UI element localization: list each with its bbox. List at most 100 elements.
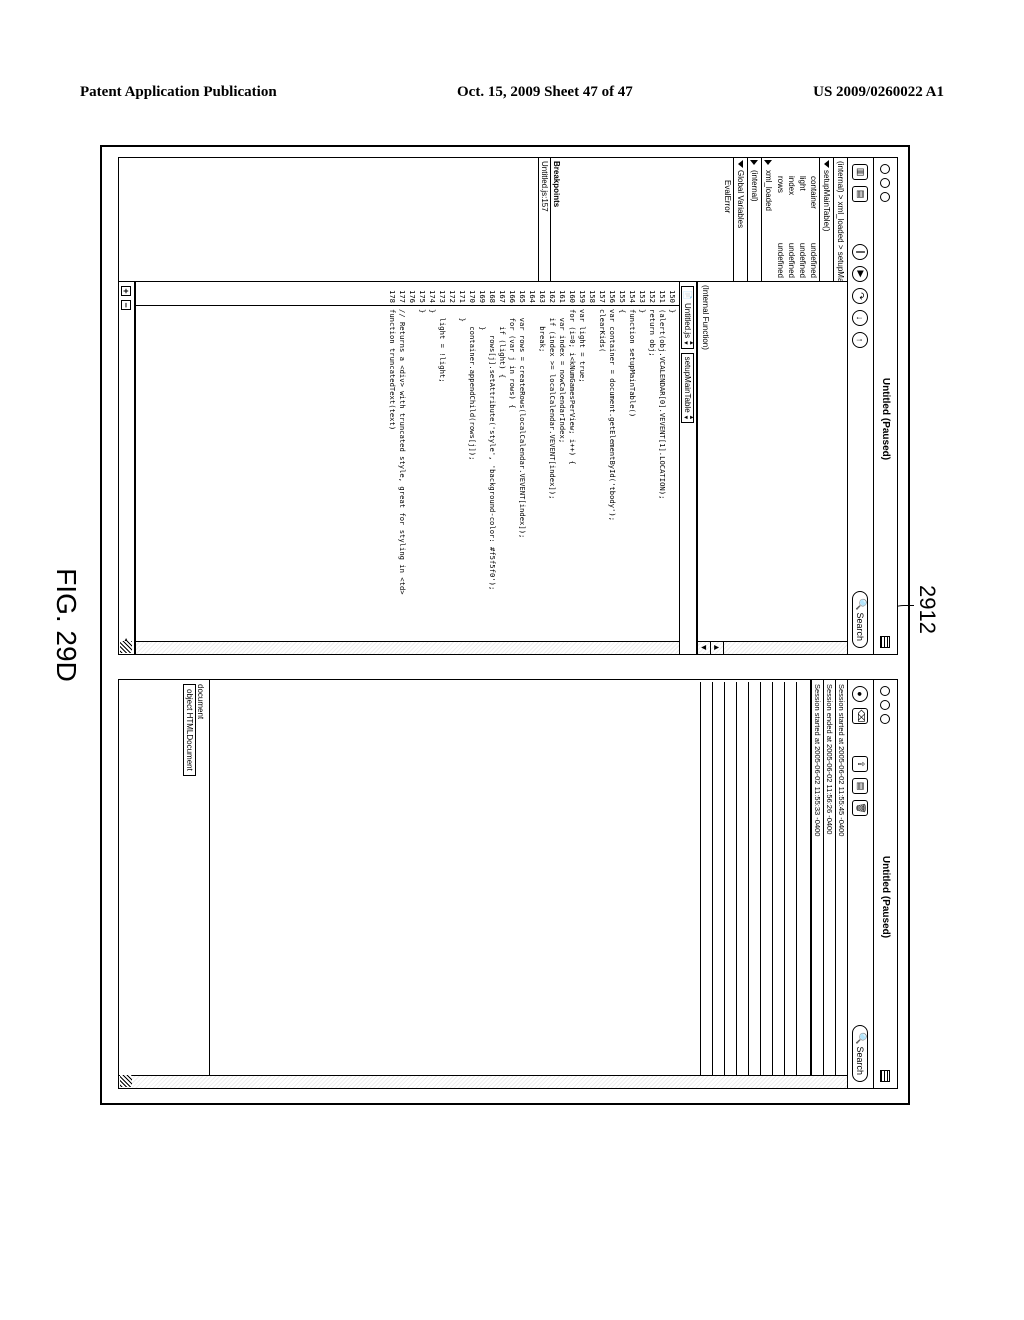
- callout-2912: 2912: [914, 585, 940, 634]
- variable-row: EvalError: [722, 158, 733, 281]
- file-icon: 📄: [684, 290, 693, 300]
- inspector-area: document object HTMLDocument: [119, 680, 209, 1088]
- toolbar-toggle-icon[interactable]: [881, 1070, 891, 1082]
- log-line: [736, 682, 748, 1086]
- internal-function-label: (Internal Function): [701, 285, 710, 350]
- console-window: Untitled (Paused) ● ⌫ ⇪ ▤ 🗑 🔍 Search Ses…: [118, 679, 898, 1089]
- updown-icon: ▴▾: [682, 416, 694, 420]
- line-number-gutter[interactable]: 1501511521531541551561571581591601611621…: [136, 282, 679, 306]
- step-over-icon[interactable]: ↷: [853, 288, 869, 304]
- clear-icon[interactable]: ⌫: [853, 708, 869, 724]
- search-input[interactable]: 🔍 Search: [853, 1025, 869, 1082]
- breakpoints-header: Breakpoints: [550, 158, 562, 281]
- step-out-icon[interactable]: ↑: [853, 332, 869, 348]
- function-name: setupMainTable: [684, 357, 693, 413]
- log-line: [784, 682, 796, 1086]
- search-icon: 🔍: [855, 1032, 866, 1044]
- sidebar-toggle-icon[interactable]: ▥: [853, 164, 869, 180]
- toolbar-toggle-icon[interactable]: [881, 636, 891, 648]
- titlebar: Untitled (Paused): [873, 158, 897, 654]
- minimize-icon[interactable]: [881, 700, 891, 710]
- doc-label: document: [196, 684, 205, 1084]
- search-placeholder: Search: [856, 1046, 866, 1075]
- log-line: [748, 682, 760, 1086]
- scope-internal[interactable]: (internal): [747, 158, 761, 281]
- log-line: [724, 682, 736, 1086]
- footer-controls: + − ◂ ▸: [119, 282, 135, 654]
- log-line: [796, 682, 808, 1086]
- scope-xml-loaded[interactable]: xml_loaded: [761, 158, 775, 281]
- code-lines[interactable]: }(alert(obj.VCALENDAR[0].VEVENT[1].LOCAT…: [136, 306, 679, 654]
- disclosure-triangle-icon[interactable]: [738, 160, 743, 168]
- trash-icon[interactable]: 🗑: [853, 800, 869, 816]
- main-area: (Internal Function) ▴ ▾ 📄 Untitled.js ▴▾: [119, 282, 847, 654]
- list-icon[interactable]: ▤: [853, 778, 869, 794]
- scroll-up-icon[interactable]: ▴: [711, 641, 723, 654]
- call-stack-crumb[interactable]: (internal) > xml_loaded > setupMainTable…: [833, 158, 847, 281]
- record-icon[interactable]: ●: [853, 686, 869, 702]
- session-row[interactable]: Session started at 2005-06-02 11:55:45 -…: [835, 680, 847, 1088]
- scope-label: xml_loaded: [764, 170, 773, 211]
- updown-icon: ▴▾: [682, 341, 694, 345]
- window-title: Untitled (Paused): [880, 206, 891, 632]
- page-header: Patent Application Publication Oct. 15, …: [80, 84, 944, 101]
- log-line: [700, 682, 712, 1086]
- add-button[interactable]: +: [122, 286, 132, 296]
- console-toolbar: ● ⌫ ⇪ ▤ 🗑 🔍 Search: [847, 680, 873, 1088]
- pause-icon[interactable]: ∥: [853, 244, 869, 260]
- titlebar: Untitled (Paused): [873, 680, 897, 1088]
- scope-label: setupMainTable(): [822, 170, 831, 231]
- rotated-content: 2912 2910 2911 Untitled (Paused) ▥ ▤ ∥ ▶…: [100, 145, 910, 1105]
- scope-globals[interactable]: Global Variables: [733, 158, 747, 281]
- scope-setupmaintable[interactable]: setupMainTable(): [819, 158, 833, 281]
- debugger-toolbar: ▥ ▤ ∥ ▶ ↷ ↓ ↑ 🔍 Search: [847, 158, 873, 654]
- zoom-icon[interactable]: [881, 714, 891, 724]
- source-code-pane[interactable]: 1501511521531541551561571581591601611621…: [135, 282, 679, 654]
- log-line: [712, 682, 724, 1086]
- log-area[interactable]: [209, 680, 810, 1088]
- file-name: Untitled.js: [684, 303, 693, 338]
- remove-button[interactable]: −: [122, 300, 132, 310]
- disclosure-triangle-icon[interactable]: [764, 160, 772, 165]
- session-row[interactable]: Session started at 2005-06-02 11:55:33 -…: [811, 680, 823, 1088]
- console-icon[interactable]: ▤: [853, 186, 869, 202]
- log-line: [772, 682, 784, 1086]
- window-title: Untitled (Paused): [880, 728, 891, 1066]
- disclosure-triangle-icon[interactable]: [824, 160, 829, 168]
- file-dropdown[interactable]: 📄 Untitled.js ▴▾: [682, 286, 695, 349]
- zoom-icon[interactable]: [881, 192, 891, 202]
- scope-label: (internal): [750, 170, 759, 202]
- export-icon[interactable]: ⇪: [853, 756, 869, 772]
- scope-label: Global Variables: [736, 170, 745, 228]
- resize-grip-icon[interactable]: [120, 1075, 132, 1087]
- search-placeholder: Search: [856, 612, 866, 641]
- scroll-down-icon[interactable]: ▾: [698, 641, 711, 654]
- scrollbar-vertical[interactable]: [119, 1075, 847, 1088]
- step-into-icon[interactable]: ↓: [853, 310, 869, 326]
- variable-row: containerundefined: [808, 158, 819, 281]
- variable-row: indexundefined: [786, 158, 797, 281]
- function-dropdown[interactable]: setupMainTable ▴▾: [682, 353, 695, 424]
- close-icon[interactable]: [881, 686, 891, 696]
- call-frame-pane: (Internal Function) ▴ ▾: [697, 282, 847, 654]
- figure-frame: 2912 2910 2911 Untitled (Paused) ▥ ▤ ∥ ▶…: [100, 145, 910, 1105]
- close-icon[interactable]: [881, 164, 891, 174]
- variables-sidebar: (internal) > xml_loaded > setupMainTable…: [119, 158, 847, 282]
- resize-grip-icon[interactable]: [120, 641, 132, 653]
- disclosure-triangle-icon[interactable]: [750, 160, 758, 165]
- pub-number: US 2009/0260022 A1: [813, 84, 944, 101]
- minimize-icon[interactable]: [881, 178, 891, 188]
- continue-icon[interactable]: ▶: [853, 266, 869, 282]
- scrollbar-vertical[interactable]: [136, 641, 679, 654]
- log-line: [760, 682, 772, 1086]
- session-row[interactable]: Session ended at 2005-06-02 11:56:26 -04…: [823, 680, 835, 1088]
- session-list[interactable]: Session started at 2005-06-02 11:55:45 -…: [810, 680, 847, 1088]
- search-input[interactable]: 🔍 Search: [853, 591, 869, 648]
- pub-label: Patent Application Publication: [80, 84, 277, 101]
- doc-value-box[interactable]: object HTMLDocument: [183, 684, 196, 776]
- debugger-window: Untitled (Paused) ▥ ▤ ∥ ▶ ↷ ↓ ↑ 🔍 Search: [118, 157, 898, 655]
- source-selector-bar: 📄 Untitled.js ▴▾ setupMainTable ▴▾: [679, 282, 697, 654]
- breakpoint-item[interactable]: Untitled.js:157: [538, 158, 550, 281]
- variable-row: lightundefined: [797, 158, 808, 281]
- figure-label: FIG. 29D: [50, 568, 82, 682]
